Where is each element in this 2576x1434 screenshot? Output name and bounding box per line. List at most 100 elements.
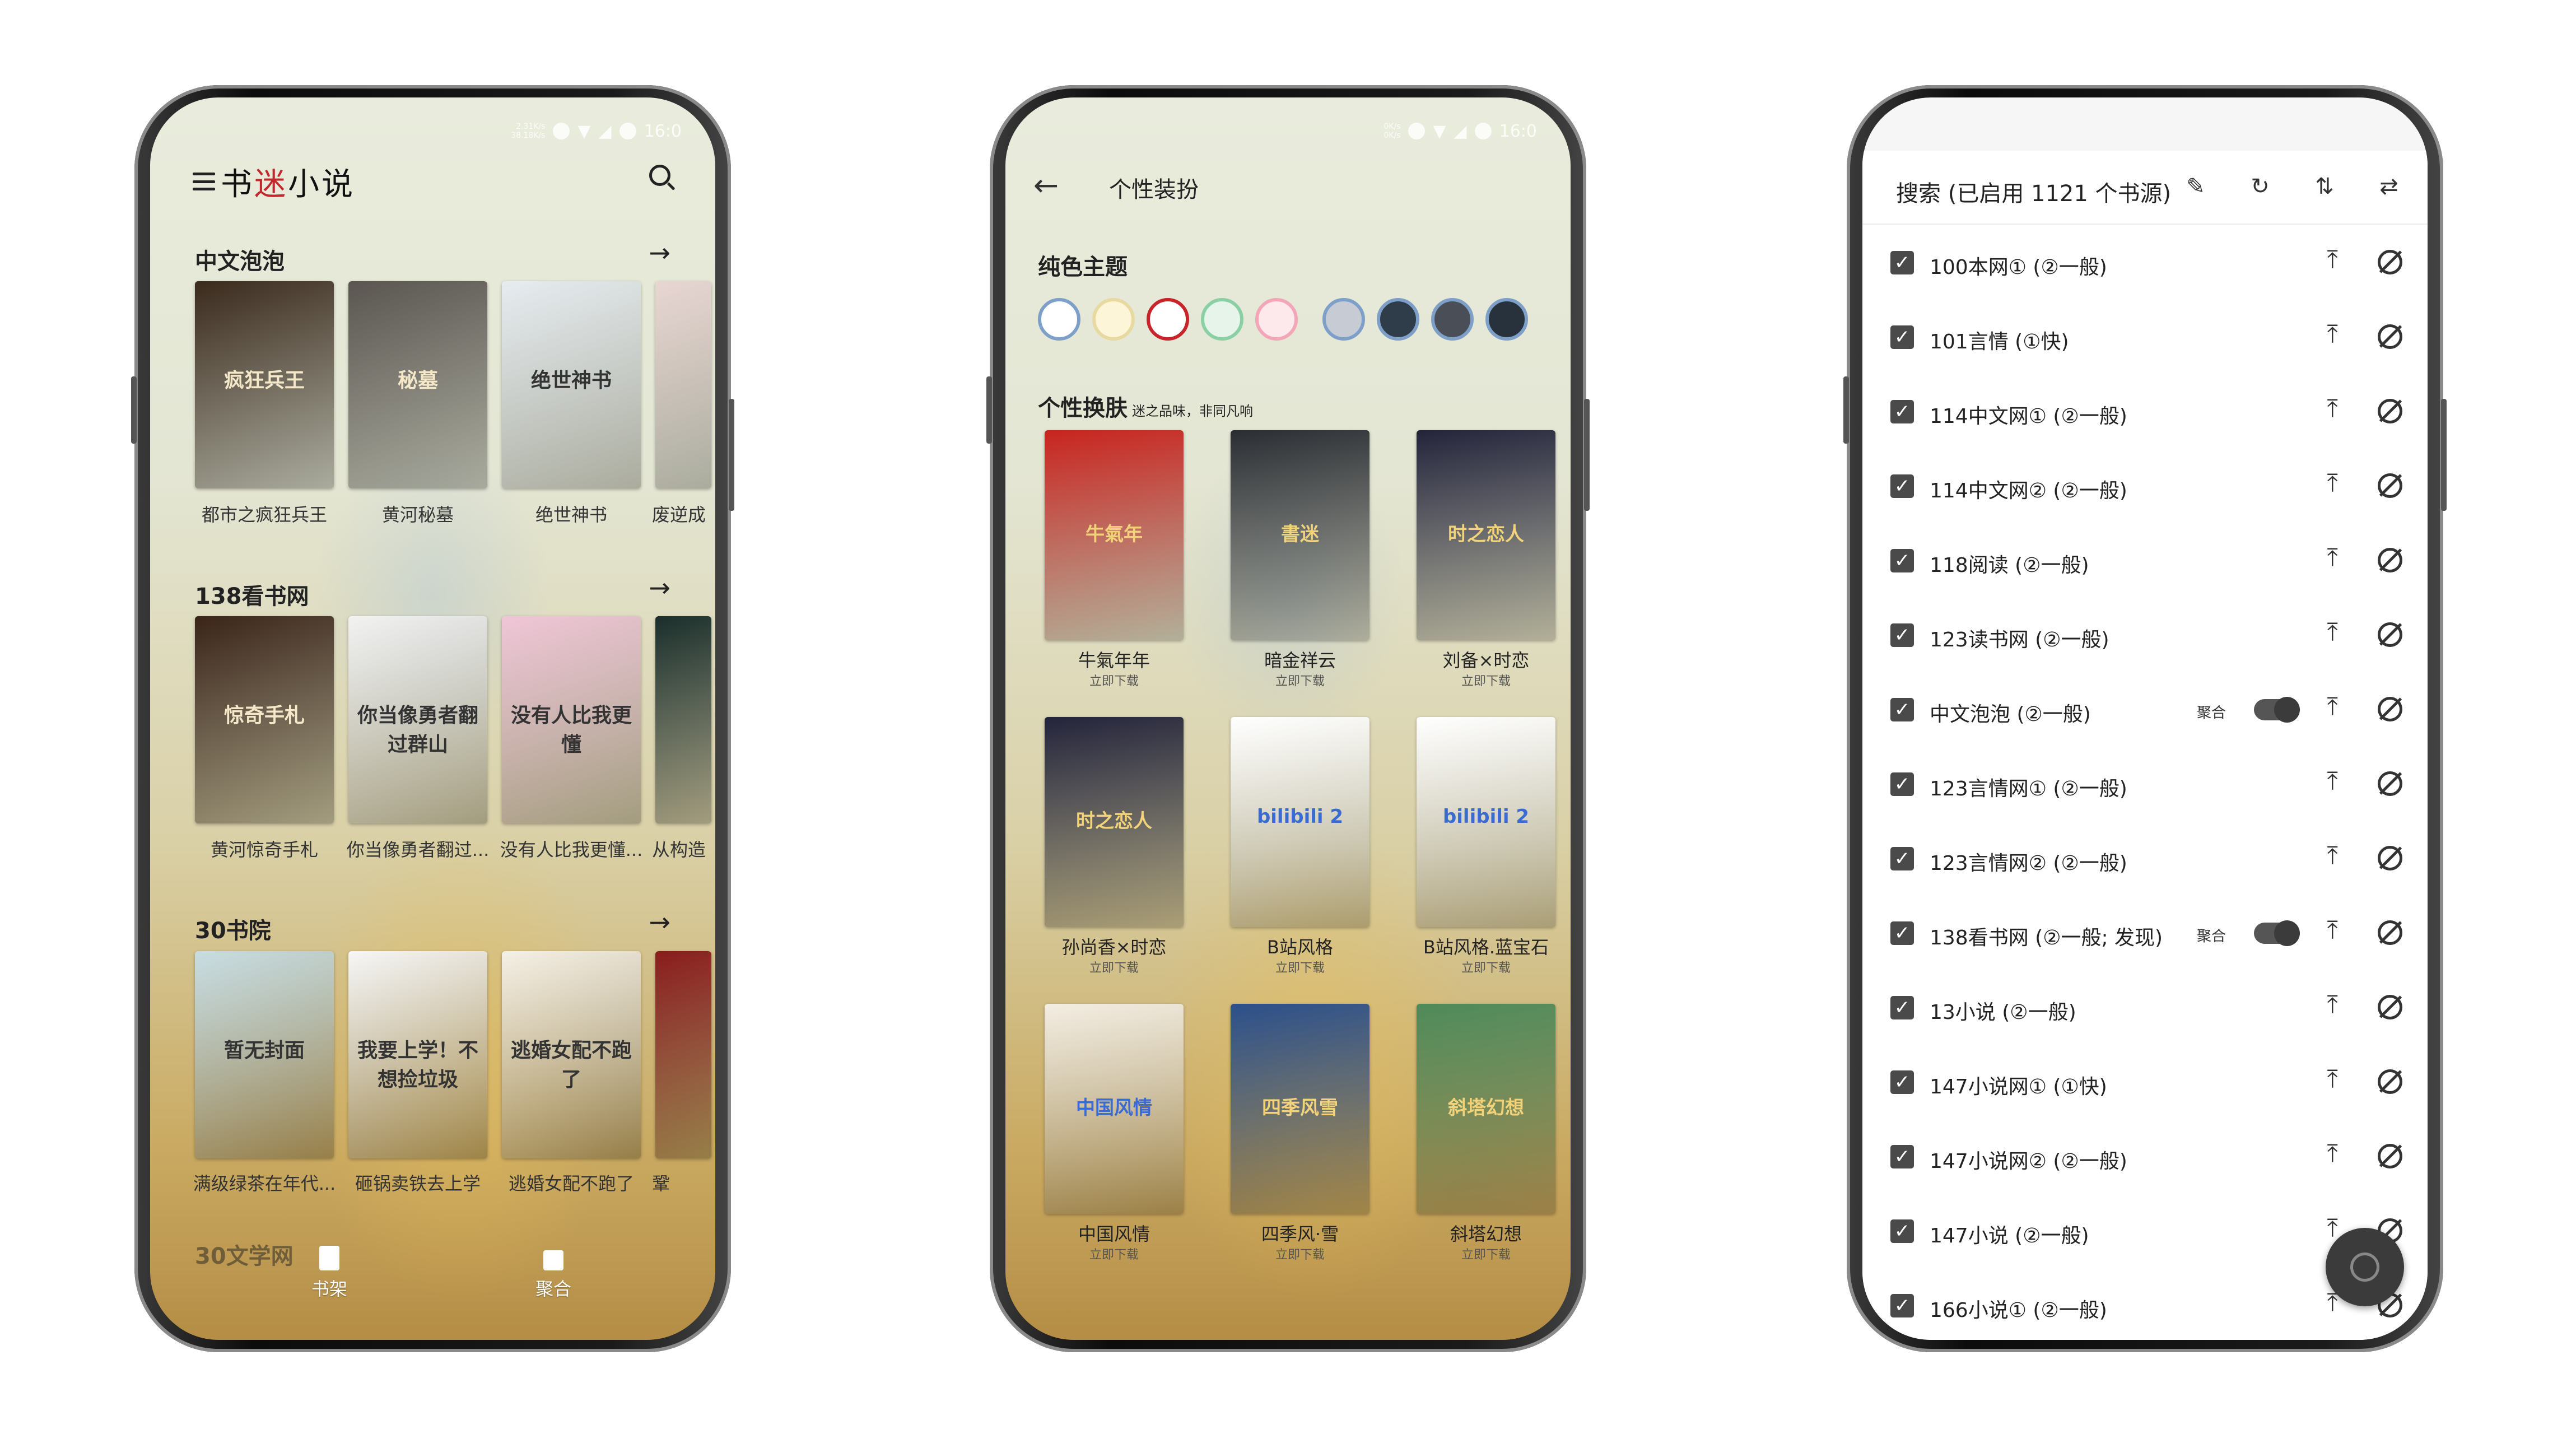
source-row[interactable]: ✓ 147小说网② (②一般) ⤒ [1862, 1119, 2428, 1194]
download-link[interactable]: 立即下载 [1413, 671, 1559, 689]
checkbox[interactable]: ✓ [1890, 847, 1914, 870]
skin-card[interactable]: 牛氣年 [1045, 430, 1184, 640]
aggregate-toggle[interactable] [2254, 697, 2300, 723]
source-row[interactable]: ✓ 123言情网① (②一般) ⤒ [1862, 747, 2428, 822]
book-cover[interactable] [655, 951, 711, 1158]
download-link[interactable]: 立即下载 [1041, 1245, 1187, 1263]
move-top-icon[interactable]: ⤒ [2327, 543, 2338, 572]
source-row[interactable]: ✓ 中文泡泡 (②一般) 聚合 ⤒ [1862, 672, 2428, 747]
skin-card[interactable]: bilibili 2 [1231, 717, 1369, 927]
checkbox[interactable]: ✓ [1890, 251, 1914, 274]
source-row[interactable]: ✓ 13小说 (②一般) ⤒ [1862, 970, 2428, 1045]
download-link[interactable]: 立即下载 [1413, 1245, 1559, 1263]
theme-swatch[interactable] [1255, 298, 1298, 341]
checkbox[interactable]: ✓ [1890, 772, 1914, 796]
download-link[interactable]: 立即下载 [1227, 671, 1373, 689]
book-cover[interactable]: 秘墓 [348, 281, 487, 488]
checkbox[interactable]: ✓ [1890, 1219, 1914, 1243]
source-row[interactable]: ✓ 118阅读 (②一般) ⤒ [1862, 523, 2428, 598]
skin-card[interactable]: 中国风情 [1045, 1004, 1184, 1214]
checkbox[interactable]: ✓ [1890, 1070, 1914, 1094]
source-row[interactable]: ✓ 147小说网① (①快) ⤒ [1862, 1045, 2428, 1120]
nav-bookshelf[interactable]: 书架 [296, 1246, 363, 1301]
checkbox[interactable]: ✓ [1890, 400, 1914, 423]
hide-icon[interactable] [2378, 1069, 2402, 1094]
hide-icon[interactable] [2378, 697, 2402, 721]
hide-icon[interactable] [2378, 622, 2402, 647]
floating-action-button[interactable] [2326, 1228, 2404, 1306]
source-row[interactable]: ✓ 101言情 (①快) ⤒ [1862, 300, 2428, 375]
hide-icon[interactable] [2378, 846, 2402, 870]
skin-card[interactable]: 斜塔幻想 [1417, 1004, 1555, 1214]
download-link[interactable]: 立即下载 [1227, 958, 1373, 976]
edit-icon[interactable]: ✎ [2184, 175, 2207, 198]
source-row[interactable]: ✓ 138看书网 (②一般; 发现) 聚合 ⤒ [1862, 896, 2428, 971]
source-row[interactable]: ✓ 123言情网② (②一般) ⤒ [1862, 821, 2428, 896]
move-top-icon[interactable]: ⤒ [2327, 1139, 2338, 1168]
move-top-icon[interactable]: ⤒ [2327, 618, 2338, 646]
theme-swatch[interactable] [1092, 298, 1135, 341]
sort-icon[interactable]: ⇅ [2313, 175, 2336, 198]
theme-swatch[interactable] [1485, 298, 1528, 341]
hide-icon[interactable] [2378, 771, 2402, 796]
arrow-right-icon[interactable]: → [649, 572, 670, 603]
menu-icon[interactable] [193, 173, 215, 190]
search-icon[interactable] [649, 165, 670, 186]
checkbox[interactable]: ✓ [1890, 1145, 1914, 1168]
source-row[interactable]: ✓ 123读书网 (②一般) ⤒ [1862, 598, 2428, 673]
checkbox[interactable]: ✓ [1890, 549, 1914, 572]
back-arrow-icon[interactable]: ← [1033, 167, 1059, 203]
theme-swatch[interactable] [1201, 298, 1243, 341]
hide-icon[interactable] [2378, 473, 2402, 498]
move-top-icon[interactable]: ⤒ [2327, 320, 2338, 348]
theme-swatch[interactable] [1038, 298, 1080, 341]
download-link[interactable]: 立即下载 [1041, 671, 1187, 689]
arrow-right-icon[interactable]: → [649, 238, 670, 268]
move-top-icon[interactable]: ⤒ [2327, 990, 2338, 1019]
theme-swatch[interactable] [1322, 298, 1365, 341]
skin-card[interactable]: 書迷 [1231, 430, 1369, 640]
book-cover[interactable]: 暂无封面 [195, 951, 334, 1158]
refresh-icon[interactable]: ↻ [2249, 175, 2271, 198]
download-link[interactable]: 立即下载 [1041, 958, 1187, 976]
checkbox[interactable]: ✓ [1890, 921, 1914, 945]
move-top-icon[interactable]: ⤒ [2327, 245, 2338, 274]
book-cover[interactable]: 你当像勇者翻过群山 [348, 616, 487, 823]
aggregate-toggle[interactable] [2254, 920, 2300, 946]
theme-swatch[interactable] [1147, 298, 1189, 341]
book-cover[interactable]: 没有人比我更懂 [502, 616, 641, 823]
source-row[interactable]: ✓ 100本网① (②一般) ⤒ [1862, 225, 2428, 300]
hide-icon[interactable] [2378, 920, 2402, 945]
book-cover[interactable] [655, 616, 711, 823]
skin-card[interactable]: bilibili 2 [1417, 717, 1555, 927]
hide-icon[interactable] [2378, 548, 2402, 572]
checkbox[interactable]: ✓ [1890, 996, 1914, 1019]
theme-swatch[interactable] [1377, 298, 1419, 341]
book-cover[interactable]: 逃婚女配不跑了 [502, 951, 641, 1158]
book-cover[interactable]: 绝世神书 [502, 281, 641, 488]
hide-icon[interactable] [2378, 1144, 2402, 1168]
book-cover[interactable]: 我要上学！不想捡垃圾 [348, 951, 487, 1158]
hide-icon[interactable] [2378, 250, 2402, 274]
checkbox[interactable]: ✓ [1890, 698, 1914, 721]
skin-card[interactable]: 四季风雪 [1231, 1004, 1369, 1214]
skin-card[interactable]: 时之恋人 [1417, 430, 1555, 640]
book-cover[interactable]: 疯狂兵王 [195, 281, 334, 488]
book-cover[interactable] [655, 281, 711, 488]
hide-icon[interactable] [2378, 324, 2402, 349]
download-link[interactable]: 立即下载 [1413, 958, 1559, 976]
source-row[interactable]: ✓ 114中文网② (②一般) ⤒ [1862, 449, 2428, 524]
move-top-icon[interactable]: ⤒ [2327, 841, 2338, 870]
hide-icon[interactable] [2378, 995, 2402, 1019]
move-top-icon[interactable]: ⤒ [2327, 1065, 2338, 1093]
checkbox[interactable]: ✓ [1890, 1294, 1914, 1317]
move-top-icon[interactable]: ⤒ [2327, 692, 2338, 721]
skin-card[interactable]: 时之恋人 [1045, 717, 1184, 927]
checkbox[interactable]: ✓ [1890, 623, 1914, 647]
swap-icon[interactable]: ⇄ [2378, 175, 2400, 198]
theme-swatch[interactable] [1431, 298, 1474, 341]
source-row[interactable]: ✓ 114中文网① (②一般) ⤒ [1862, 374, 2428, 449]
book-cover[interactable]: 惊奇手札 [195, 616, 334, 823]
move-top-icon[interactable]: ⤒ [2327, 1214, 2338, 1242]
move-top-icon[interactable]: ⤒ [2327, 394, 2338, 423]
